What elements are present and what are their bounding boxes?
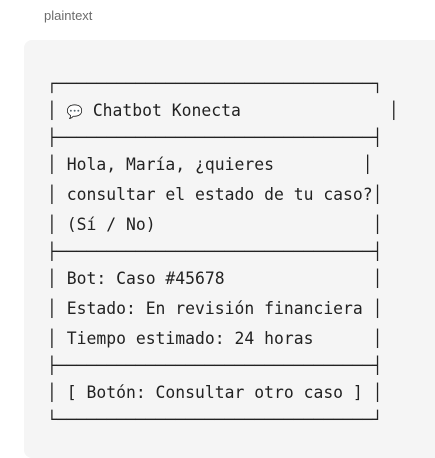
title-line: │ 💬 Chatbot Konecta │ (47, 101, 399, 120)
greeting-text-2: consultar el estado de tu caso? (66, 185, 373, 204)
speech-bubble-icon: 💬 (66, 105, 83, 120)
bot-line-3: │ Tiempo estimado: 24 horas │ (47, 329, 383, 348)
bot-line-1: │ Bot: Caso #45678 │ (47, 269, 383, 288)
border-mid-3: ├────────────────────────────────┤ (47, 356, 383, 375)
border-top: ┌────────────────────────────────┐ (47, 74, 383, 93)
border-bottom: └────────────────────────────────┘ (47, 410, 383, 429)
bot-case-text: Bot: Caso #45678 (66, 269, 225, 288)
code-block-content: ┌────────────────────────────────┐ │ 💬 C… (47, 72, 399, 432)
greeting-line-1: │ Hola, María, ¿quieres │ (47, 155, 373, 174)
bot-line-2: │ Estado: En revisión financiera │ (47, 299, 383, 318)
greeting-line-2: │ consultar el estado de tu caso?│ (47, 185, 383, 204)
greeting-text-1: Hola, María, ¿quieres (66, 155, 274, 174)
bot-status-text: Estado: En revisión financiera (66, 299, 363, 318)
chatbot-title: Chatbot Konecta (92, 101, 241, 120)
border-mid: ├────────────────────────────────┤ (47, 128, 383, 147)
bot-time-text: Tiempo estimado: 24 horas (66, 329, 314, 348)
button-line: │ [ Botón: Consultar otro caso ] │ (47, 383, 383, 402)
greeting-text-3: (Sí / No) (66, 215, 156, 234)
consult-other-case-button-text: [ Botón: Consultar otro caso ] (66, 383, 363, 402)
code-language-label: plaintext (44, 8, 93, 23)
greeting-line-3: │ (Sí / No) │ (47, 215, 383, 234)
border-mid-2: ├────────────────────────────────┤ (47, 242, 383, 261)
